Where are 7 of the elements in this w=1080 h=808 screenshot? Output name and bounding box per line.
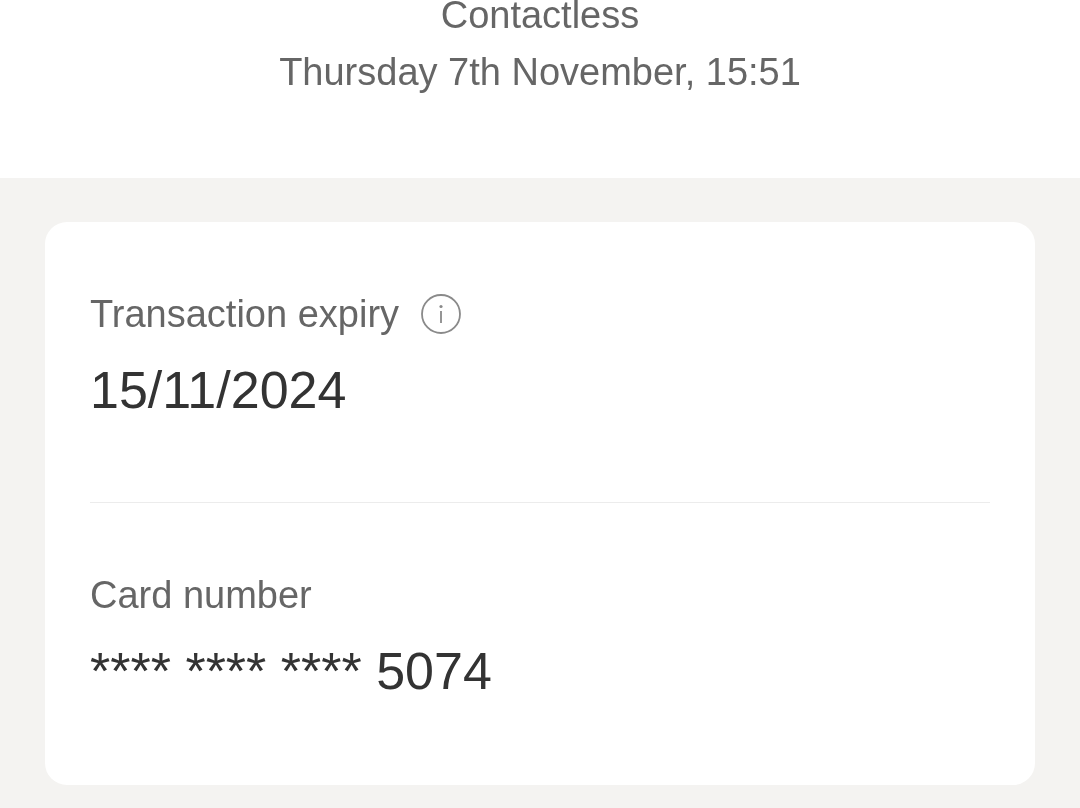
payment-datetime: Thursday 7th November, 15:51 — [279, 52, 801, 92]
detail-label: Transaction expiry — [90, 294, 400, 334]
detail-value: **** **** **** 5074 — [90, 645, 492, 697]
detail-label: Card number — [90, 575, 312, 615]
payment-method: Contactless — [440, 0, 640, 30]
detail-value: 15/11/2024 — [90, 364, 347, 416]
info-icon[interactable] — [421, 294, 462, 334]
